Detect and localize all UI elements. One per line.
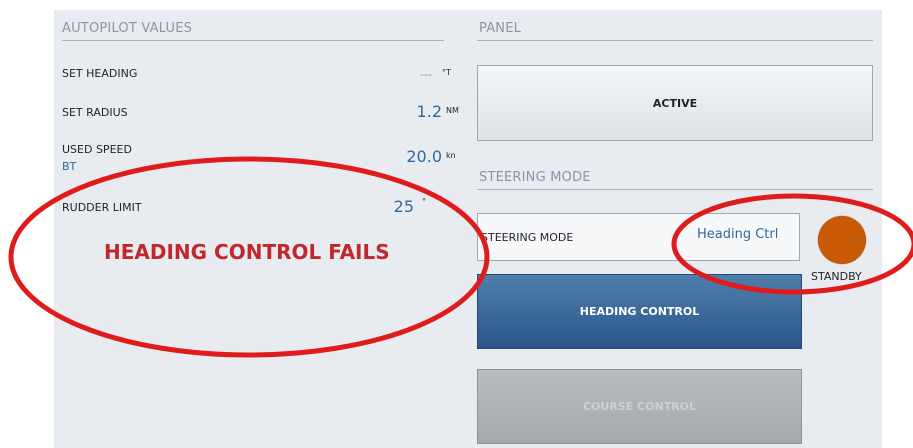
left-annotation-ellipse xyxy=(8,156,490,358)
right-annotation-ellipse xyxy=(671,193,913,295)
annotation-overlay xyxy=(8,156,913,358)
